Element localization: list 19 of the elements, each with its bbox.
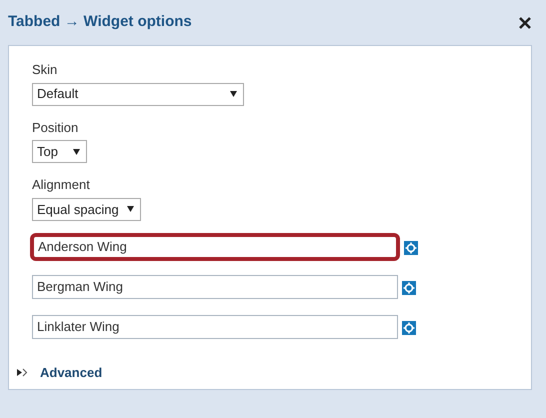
close-button[interactable] — [518, 16, 532, 30]
dropdown[interactable]: Top — [32, 140, 87, 163]
dropdown[interactable]: Default — [32, 82, 244, 106]
caret-icon — [73, 148, 80, 154]
advanced-toggle[interactable]: Advanced — [40, 362, 102, 382]
field-label: Skin — [32, 61, 58, 79]
field-label: Alignment — [32, 176, 91, 194]
target-icon[interactable] — [404, 240, 418, 255]
text-field[interactable]: Bergman Wing — [32, 274, 398, 299]
caret-icon — [230, 91, 237, 97]
dropdown[interactable]: Equal spacing — [32, 198, 141, 221]
expand-icon[interactable] — [17, 368, 28, 377]
field-label: Position — [32, 118, 80, 136]
window-title: Tabbed → Widget options — [8, 12, 192, 32]
text-field[interactable]: Linklater Wing — [32, 314, 398, 339]
target-icon[interactable] — [402, 320, 416, 335]
target-icon[interactable] — [402, 280, 416, 295]
text-field[interactable]: Anderson Wing — [32, 234, 398, 259]
caret-icon — [126, 206, 134, 212]
